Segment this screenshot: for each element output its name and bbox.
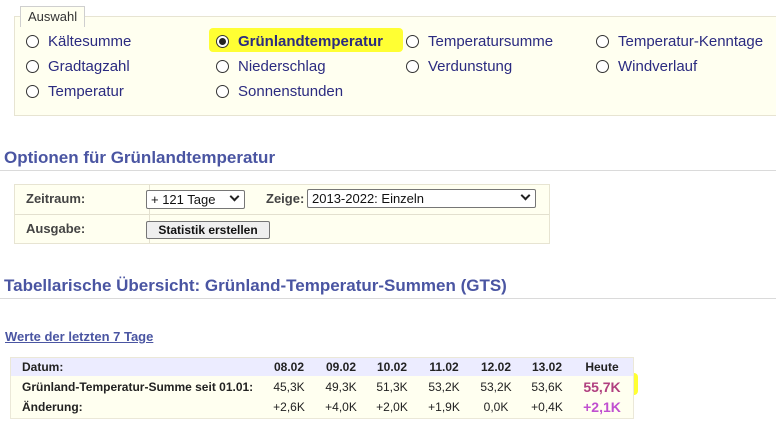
zeige-select-value: 2013-2022: Einzeln — [312, 191, 425, 206]
options-panel: Zeitraum: Ausgabe: + 121 Tage Zeige: 201… — [14, 184, 550, 244]
change-value: +0,4K — [531, 400, 563, 414]
row-label-change: Änderung: — [22, 400, 83, 414]
radio-temperatur[interactable]: Temperatur — [26, 81, 124, 101]
change-value: +2,6K — [273, 400, 305, 414]
radio-kaeltesumme[interactable]: Kältesumme — [26, 31, 131, 51]
radio-windverlauf[interactable]: Windverlauf — [596, 56, 697, 76]
table-heading: Tabellarische Übersicht: Grünland-Temper… — [4, 276, 507, 295]
radio-checked-icon — [216, 34, 229, 48]
chevron-down-icon — [229, 191, 240, 202]
radio-circle-icon — [596, 59, 609, 73]
sum-value-today: 55,7K — [583, 379, 621, 395]
radio-verdunstung[interactable]: Verdunstung — [406, 56, 512, 76]
radio-gruenlandtemperatur[interactable]: Grünlandtemperatur — [216, 31, 383, 51]
chevron-down-icon — [520, 190, 531, 201]
zeige-label: Zeige: — [266, 191, 305, 206]
zeitraum-select[interactable]: + 121 Tage — [146, 190, 245, 209]
radio-circle-icon — [26, 59, 39, 73]
options-heading-rule — [0, 170, 776, 171]
zeitraum-label: Zeitraum: — [26, 191, 86, 206]
sum-value: 53,6K — [531, 380, 563, 394]
zeitraum-select-value: + 121 Tage — [151, 192, 216, 207]
change-value: +2,0K — [376, 400, 408, 414]
sum-value: 53,2K — [480, 380, 512, 394]
radio-gradtagzahl[interactable]: Gradtagzahl — [26, 56, 130, 76]
change-value: +1,9K — [428, 400, 460, 414]
header-date: 10.02 — [376, 360, 408, 374]
radio-circle-icon — [216, 59, 229, 73]
auswahl-legend: Auswahl — [20, 6, 86, 27]
radio-circle-icon — [216, 84, 229, 98]
radio-niederschlag[interactable]: Niederschlag — [216, 56, 326, 76]
zeige-select[interactable]: 2013-2022: Einzeln — [307, 189, 536, 208]
header-date: 08.02 — [273, 360, 305, 374]
options-heading: Optionen für Grünlandtemperatur — [4, 148, 276, 167]
sum-value: 51,3K — [376, 380, 408, 394]
header-date: 13.02 — [531, 360, 563, 374]
change-value: 0,0K — [483, 400, 509, 414]
sum-value: 53,2K — [428, 380, 460, 394]
header-datum: Datum: — [22, 360, 64, 374]
radio-circle-icon — [596, 34, 609, 48]
change-value-today: +2,1K — [583, 399, 621, 415]
radio-circle-icon — [26, 84, 39, 98]
options-divider — [15, 214, 549, 215]
ausgabe-label: Ausgabe: — [26, 221, 86, 236]
radio-temperatursumme[interactable]: Temperatursumme — [406, 31, 553, 51]
werte-letzte-7-tage-link[interactable]: Werte der letzten 7 Tage — [5, 329, 153, 344]
table-heading-rule — [0, 298, 776, 299]
sum-value: 49,3K — [325, 380, 357, 394]
header-date: 11.02 — [429, 360, 459, 374]
row-label-sum: Grünland-Temperatur-Summe seit 01.01: — [22, 380, 254, 394]
radio-circle-icon — [26, 34, 39, 48]
gts-table: Datum: 08.02 09.02 10.02 11.02 12.02 13.… — [10, 357, 634, 419]
header-date: 09.02 — [325, 360, 357, 374]
radio-temperatur-kenntage[interactable]: Temperatur-Kenntage — [596, 31, 763, 51]
sum-value: 45,3K — [273, 380, 305, 394]
radio-sonnenstunden[interactable]: Sonnenstunden — [216, 81, 343, 101]
radio-circle-icon — [406, 59, 419, 73]
change-value: +4,0K — [325, 400, 357, 414]
statistik-erstellen-button[interactable]: Statistik erstellen — [146, 221, 270, 239]
header-date: 12.02 — [480, 360, 512, 374]
header-heute: Heute — [585, 360, 619, 374]
radio-circle-icon — [406, 34, 419, 48]
